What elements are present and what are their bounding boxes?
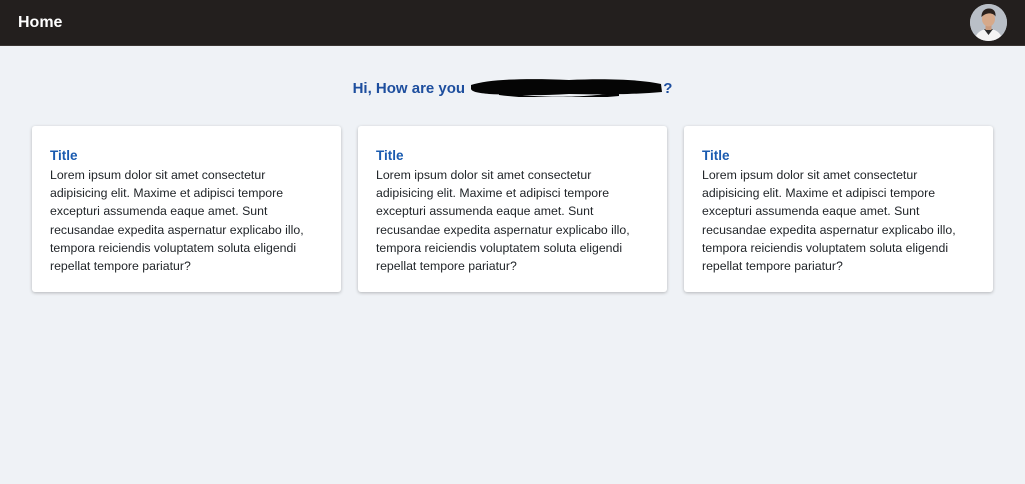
card-text: Lorem ipsum dolor sit amet consectetur a… (376, 168, 630, 274)
redacted-username (469, 77, 663, 97)
card-title: Title (376, 148, 404, 163)
greeting-suffix: ? (663, 80, 673, 97)
card: Title Lorem ipsum dolor sit amet consect… (32, 126, 341, 292)
user-avatar-icon (970, 4, 1007, 41)
user-avatar[interactable] (970, 4, 1007, 41)
top-navbar: Home (0, 0, 1025, 46)
nav-home-title[interactable]: Home (18, 13, 62, 33)
card: Title Lorem ipsum dolor sit amet consect… (684, 126, 993, 292)
greeting-prefix: Hi, How are you (352, 80, 470, 97)
card-text: Lorem ipsum dolor sit amet consectetur a… (50, 168, 304, 274)
card-title: Title (50, 148, 78, 163)
card-title: Title (702, 148, 730, 163)
greeting-heading: Hi, How are you ? (0, 77, 1025, 99)
card-text: Lorem ipsum dolor sit amet consectetur a… (702, 168, 956, 274)
card: Title Lorem ipsum dolor sit amet consect… (358, 126, 667, 292)
